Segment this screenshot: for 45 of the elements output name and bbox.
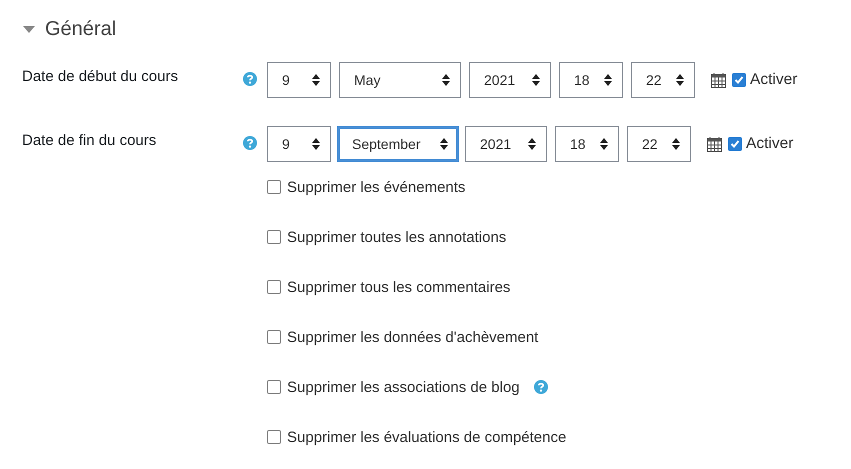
select-field[interactable]: 9 xyxy=(267,126,331,162)
help-icon[interactable] xyxy=(534,380,548,394)
caret-icon[interactable] xyxy=(23,26,35,32)
select-field[interactable]: 2021 xyxy=(469,62,551,98)
calendar-icon[interactable] xyxy=(711,72,726,88)
checkbox[interactable] xyxy=(267,330,281,344)
select-field[interactable]: 18 xyxy=(555,126,619,162)
checkbox[interactable] xyxy=(267,180,281,194)
select-field[interactable]: 9 xyxy=(267,62,331,98)
up-down-arrow-icon xyxy=(604,74,612,86)
field-label: Date de début du cours xyxy=(21,67,179,85)
select-field[interactable]: May xyxy=(339,62,461,98)
checkbox[interactable] xyxy=(267,230,281,244)
section-title[interactable]: Général xyxy=(45,18,116,40)
checkbox-label[interactable]: Supprimer toutes les annotations xyxy=(287,228,506,246)
up-down-arrow-icon xyxy=(442,74,450,86)
select-field[interactable]: 2021 xyxy=(465,126,547,162)
up-down-arrow-icon xyxy=(676,74,684,86)
field-label: Date de fin du cours xyxy=(21,131,158,149)
checkbox-label[interactable]: Supprimer les évaluations de compétence xyxy=(287,428,566,446)
select-field[interactable]: September xyxy=(337,126,459,162)
checkbox[interactable] xyxy=(728,137,742,151)
up-down-arrow-icon xyxy=(312,138,320,150)
up-down-arrow-icon xyxy=(532,74,540,86)
up-down-arrow-icon xyxy=(672,138,680,150)
checkbox-label[interactable]: Supprimer les données d'achèvement xyxy=(287,328,538,346)
checkbox-label[interactable]: Activer xyxy=(746,135,794,153)
select-field[interactable]: 22 xyxy=(631,62,695,98)
help-icon[interactable] xyxy=(243,136,257,150)
help-icon[interactable] xyxy=(243,72,257,86)
up-down-arrow-icon xyxy=(312,74,320,86)
checkbox-label[interactable]: Activer xyxy=(750,71,798,89)
up-down-arrow-icon xyxy=(440,138,448,150)
checkbox[interactable] xyxy=(267,380,281,394)
checkbox-label[interactable]: Supprimer les associations de blog xyxy=(287,378,520,396)
checkbox[interactable] xyxy=(732,73,746,87)
checkbox[interactable] xyxy=(267,430,281,444)
checkbox-label[interactable]: Supprimer les événements xyxy=(287,178,466,196)
checkbox-label[interactable]: Supprimer tous les commentaires xyxy=(287,278,510,296)
up-down-arrow-icon xyxy=(600,138,608,150)
select-field[interactable]: 18 xyxy=(559,62,623,98)
up-down-arrow-icon xyxy=(528,138,536,150)
checkbox[interactable] xyxy=(267,280,281,294)
select-field[interactable]: 22 xyxy=(627,126,691,162)
calendar-icon[interactable] xyxy=(707,136,722,152)
